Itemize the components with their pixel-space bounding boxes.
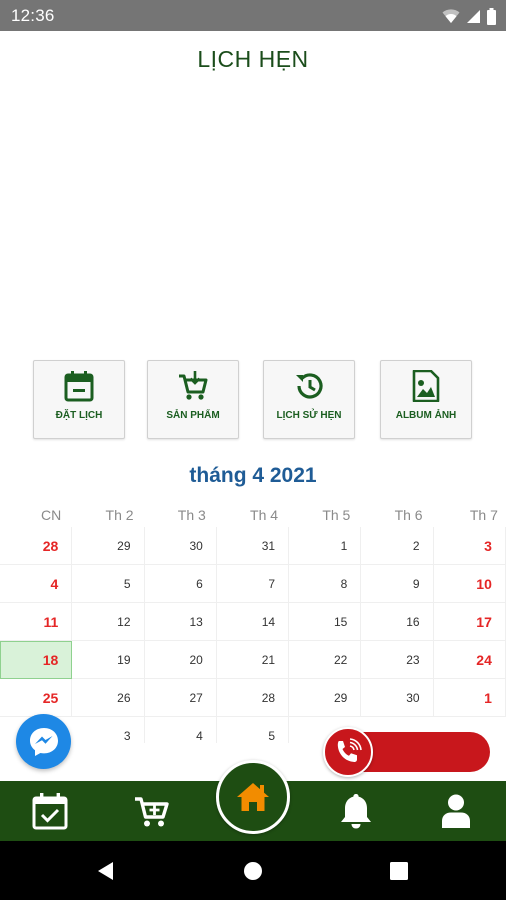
calendar-minus-icon bbox=[64, 371, 94, 402]
day-cell[interactable]: 22 bbox=[289, 641, 362, 679]
photo-album-button[interactable]: ALBUM ẢNH bbox=[380, 360, 472, 439]
day-cell[interactable]: 27 bbox=[144, 679, 217, 717]
wifi-icon bbox=[442, 9, 460, 23]
calendar-grid: CN Th 2 Th 3 Th 4 Th 5 Th 6 Th 7 28 29 3… bbox=[0, 501, 506, 743]
calendar-week: 4 5 6 7 8 9 10 bbox=[0, 565, 506, 603]
cart-icon bbox=[179, 371, 208, 400]
day-cell[interactable]: 17 bbox=[433, 603, 506, 641]
day-cell[interactable]: 31 bbox=[216, 527, 290, 565]
day-cell[interactable]: 25 bbox=[0, 679, 73, 717]
call-icon-button[interactable] bbox=[323, 727, 373, 777]
weekday-label: Th 5 bbox=[322, 506, 351, 523]
app-screen: 12:36 LỊCH HẸN ĐẶT LỊCH SẢN PHẨM LỊCH SỬ… bbox=[0, 0, 506, 900]
weekday-label: Th 6 bbox=[394, 506, 423, 523]
nav-home-button[interactable] bbox=[216, 760, 290, 834]
cart-plus-icon bbox=[135, 797, 169, 827]
day-cell[interactable]: 1 bbox=[433, 679, 506, 717]
appointment-history-label: LỊCH SỬ HẸN bbox=[276, 410, 342, 421]
appointment-history-button[interactable]: LỊCH SỬ HẸN bbox=[263, 360, 355, 439]
day-cell[interactable]: 21 bbox=[216, 641, 290, 679]
day-cell[interactable]: 8 bbox=[289, 565, 362, 603]
day-cell[interactable]: 4 bbox=[145, 717, 217, 743]
calendar-days: 28 29 30 31 1 2 3 4 5 6 7 8 9 10 11 12 1… bbox=[0, 527, 506, 743]
messenger-button[interactable] bbox=[16, 714, 71, 769]
day-cell[interactable]: 3 bbox=[433, 527, 506, 565]
status-icons bbox=[442, 7, 496, 25]
page-title: LỊCH HẸN bbox=[197, 46, 309, 72]
photo-album-label: ALBUM ẢNH bbox=[395, 410, 457, 421]
home-icon bbox=[237, 783, 269, 811]
day-cell[interactable]: 28 bbox=[216, 679, 290, 717]
day-cell[interactable]: 23 bbox=[361, 641, 434, 679]
status-bar: 12:36 bbox=[0, 0, 506, 31]
calendar-week: 11 12 13 14 15 16 17 bbox=[0, 603, 506, 641]
day-cell[interactable]: 4 bbox=[0, 565, 73, 603]
messenger-icon bbox=[29, 727, 58, 756]
signal-icon bbox=[467, 10, 480, 23]
nav-add-to-cart[interactable] bbox=[122, 781, 182, 841]
user-icon bbox=[442, 794, 470, 828]
calendar-check-icon bbox=[32, 793, 68, 830]
products-button[interactable]: SẢN PHẨM bbox=[147, 360, 239, 439]
back-triangle-icon bbox=[98, 861, 113, 880]
day-cell[interactable]: 9 bbox=[361, 565, 434, 603]
nav-appointments[interactable] bbox=[20, 781, 80, 841]
day-cell[interactable]: 5 bbox=[72, 565, 145, 603]
day-cell[interactable]: 5 bbox=[217, 717, 290, 743]
day-cell[interactable]: 28 bbox=[0, 527, 73, 565]
system-home-button[interactable] bbox=[223, 841, 283, 900]
system-recents-button[interactable] bbox=[369, 841, 429, 900]
weekday-label: Th 7 bbox=[469, 506, 498, 523]
products-label: SẢN PHẨM bbox=[166, 410, 220, 421]
nav-profile[interactable] bbox=[426, 781, 486, 841]
weekday-label: CN bbox=[41, 506, 62, 523]
day-cell[interactable]: 13 bbox=[144, 603, 217, 641]
day-cell[interactable]: 15 bbox=[289, 603, 362, 641]
weekday-label: Th 3 bbox=[177, 506, 206, 523]
day-cell[interactable]: 7 bbox=[216, 565, 290, 603]
system-back-button[interactable] bbox=[76, 841, 136, 900]
day-cell[interactable]: 30 bbox=[144, 527, 217, 565]
history-icon bbox=[296, 373, 323, 399]
day-cell[interactable]: 14 bbox=[216, 603, 290, 641]
day-cell[interactable]: 26 bbox=[72, 679, 145, 717]
day-cell[interactable]: 24 bbox=[433, 641, 506, 679]
nav-notifications[interactable] bbox=[326, 781, 386, 841]
day-cell[interactable]: 11 bbox=[0, 603, 73, 641]
image-file-icon bbox=[412, 370, 440, 402]
weekday-label: Th 4 bbox=[250, 506, 279, 523]
calendar-week: 25 26 27 28 29 30 1 bbox=[0, 679, 506, 717]
weekday-label: Th 2 bbox=[105, 506, 134, 523]
day-cell[interactable]: 19 bbox=[72, 641, 145, 679]
day-cell[interactable]: 10 bbox=[433, 565, 506, 603]
day-cell[interactable]: 29 bbox=[72, 527, 145, 565]
day-cell[interactable]: 6 bbox=[144, 565, 217, 603]
phone-ringing-icon bbox=[337, 738, 362, 762]
day-cell[interactable]: 29 bbox=[289, 679, 362, 717]
book-appointment-button[interactable]: ĐẶT LỊCH bbox=[33, 360, 125, 439]
calendar-week: 28 29 30 31 1 2 3 bbox=[0, 527, 506, 565]
day-cell[interactable]: 1 bbox=[289, 527, 362, 565]
calendar-month-label: tháng 4 2021 bbox=[189, 464, 317, 487]
home-circle-icon bbox=[244, 861, 262, 880]
battery-icon bbox=[487, 7, 496, 25]
day-cell[interactable]: 30 bbox=[361, 679, 434, 717]
book-appointment-label: ĐẶT LỊCH bbox=[55, 410, 103, 421]
day-cell[interactable]: 2 bbox=[361, 527, 434, 565]
day-cell[interactable]: 12 bbox=[72, 603, 145, 641]
system-nav-bar bbox=[0, 841, 506, 900]
bell-icon bbox=[341, 794, 371, 829]
weekday-header: CN Th 2 Th 3 Th 4 Th 5 Th 6 Th 7 bbox=[0, 501, 506, 528]
day-cell-selected[interactable]: 18 bbox=[0, 641, 73, 679]
day-cell[interactable]: 16 bbox=[361, 603, 434, 641]
status-time: 12:36 bbox=[11, 6, 55, 25]
calendar-week: 18 19 20 21 22 23 24 bbox=[0, 641, 506, 679]
recents-square-icon bbox=[390, 861, 408, 880]
day-cell[interactable]: 3 bbox=[72, 717, 145, 743]
day-cell[interactable]: 20 bbox=[144, 641, 217, 679]
